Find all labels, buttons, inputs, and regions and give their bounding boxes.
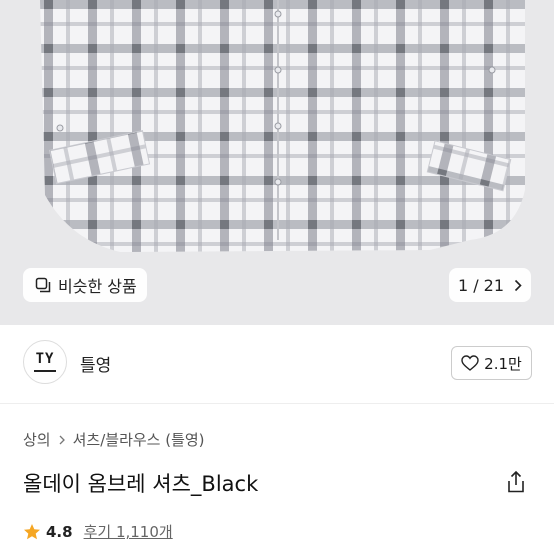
- breadcrumb-item-shirts[interactable]: 셔츠/블라우스 (틀영): [73, 429, 205, 450]
- chevron-right-icon: [59, 435, 65, 444]
- share-icon[interactable]: [505, 470, 527, 494]
- reviews-link[interactable]: 후기 1,110개: [84, 521, 173, 542]
- product-title: 올데이 옴브레 셔츠_Black: [23, 472, 259, 496]
- chevron-right-icon: [514, 279, 522, 291]
- similar-products-button[interactable]: 비슷한 상품: [23, 268, 147, 302]
- similar-products-label: 비슷한 상품: [58, 277, 137, 296]
- similar-icon: [35, 277, 51, 293]
- image-counter-button[interactable]: 1 / 21: [449, 268, 531, 302]
- like-count: 2.1만: [484, 354, 522, 373]
- heart-icon: [461, 355, 479, 371]
- image-counter: 1 / 21: [457, 275, 505, 295]
- divider: [0, 403, 554, 404]
- brand-logo[interactable]: TY: [23, 340, 67, 384]
- breadcrumb: 상의 셔츠/블라우스 (틀영): [23, 429, 205, 450]
- rating-score: 4.8: [46, 522, 73, 541]
- breadcrumb-item-top[interactable]: 상의: [23, 429, 51, 450]
- star-icon: [24, 523, 40, 539]
- brand-logo-underline: [34, 370, 56, 372]
- rating-row: 4.8 후기 1,110개: [23, 521, 173, 542]
- product-image[interactable]: 비슷한 상품 1 / 21: [0, 0, 554, 325]
- brand-logo-text: TY: [35, 351, 55, 367]
- like-button[interactable]: 2.1만: [451, 346, 532, 380]
- brand-name[interactable]: 틀영: [80, 351, 111, 376]
